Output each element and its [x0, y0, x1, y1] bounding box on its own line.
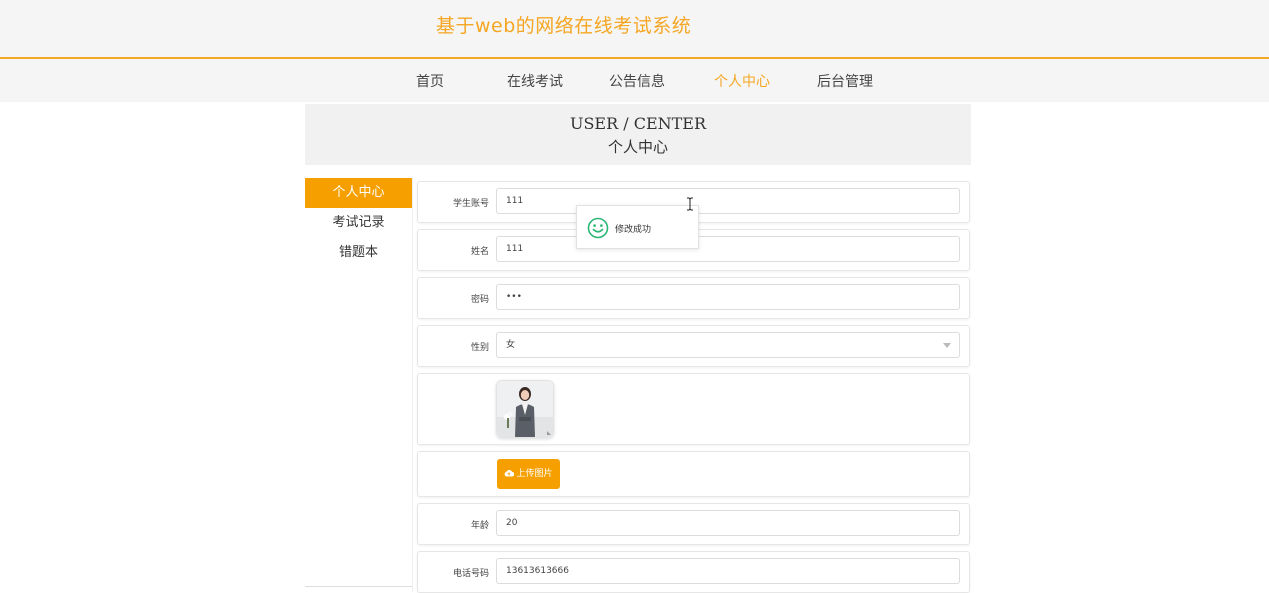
upload-image-button[interactable]: 上传图片 [497, 459, 560, 489]
page-banner: USER / CENTER 个人中心 [305, 104, 971, 165]
nav-item-home[interactable]: 首页 [416, 71, 444, 91]
nav-item-online-exam[interactable]: 在线考试 [507, 71, 563, 91]
phone-input[interactable]: 13613613666 [496, 558, 960, 584]
toast-message: 修改成功 [615, 225, 652, 235]
sidebar-item-user-center[interactable]: 个人中心 [305, 178, 412, 208]
account-input[interactable]: 111 [496, 188, 960, 214]
form-row-gender: 性别 女 [417, 325, 970, 367]
name-input[interactable]: 111 [496, 236, 960, 262]
age-input[interactable]: 20 [496, 510, 960, 536]
name-label: 姓名 [470, 247, 489, 257]
main-nav: 首页 在线考试 公告信息 个人中心 后台管理 [0, 59, 1269, 102]
gender-select[interactable]: 女 [496, 332, 960, 358]
success-toast: 修改成功 [576, 205, 699, 249]
gender-label: 性别 [470, 343, 489, 353]
password-input[interactable]: ••• [496, 284, 960, 310]
form-row-age: 年龄 20 [417, 503, 970, 545]
avatar-photo-icon [497, 381, 553, 437]
phone-label: 电话号码 [452, 569, 489, 579]
cloud-upload-icon [505, 469, 515, 477]
chevron-down-icon [943, 343, 951, 348]
site-title: 基于web的网络在线考试系统 [436, 15, 692, 37]
form-row-upload: 上传图片 [417, 451, 970, 497]
sidebar: 个人中心 考试记录 错题本 [305, 178, 412, 587]
form-row-photo [417, 373, 970, 445]
account-label: 学生账号 [452, 199, 489, 209]
smile-icon [587, 217, 609, 239]
age-label: 年龄 [470, 521, 489, 531]
banner-title-cn: 个人中心 [607, 138, 668, 156]
sidebar-item-wrong-questions[interactable]: 错题本 [305, 238, 412, 268]
text-cursor-icon [687, 197, 693, 211]
avatar[interactable] [496, 380, 554, 438]
nav-item-announcements[interactable]: 公告信息 [609, 71, 665, 91]
site-header: 基于web的网络在线考试系统 [0, 0, 1269, 59]
password-label: 密码 [470, 295, 489, 305]
sidebar-item-exam-records[interactable]: 考试记录 [305, 208, 412, 238]
form-row-password: 密码 ••• [417, 277, 970, 319]
nav-item-admin[interactable]: 后台管理 [817, 71, 873, 91]
nav-item-user-center[interactable]: 个人中心 [714, 71, 770, 91]
upload-button-label: 上传图片 [516, 469, 553, 479]
banner-title-en: USER / CENTER [569, 114, 707, 133]
gender-select-value: 女 [506, 340, 516, 350]
form-row-phone: 电话号码 13613613666 [417, 551, 970, 593]
